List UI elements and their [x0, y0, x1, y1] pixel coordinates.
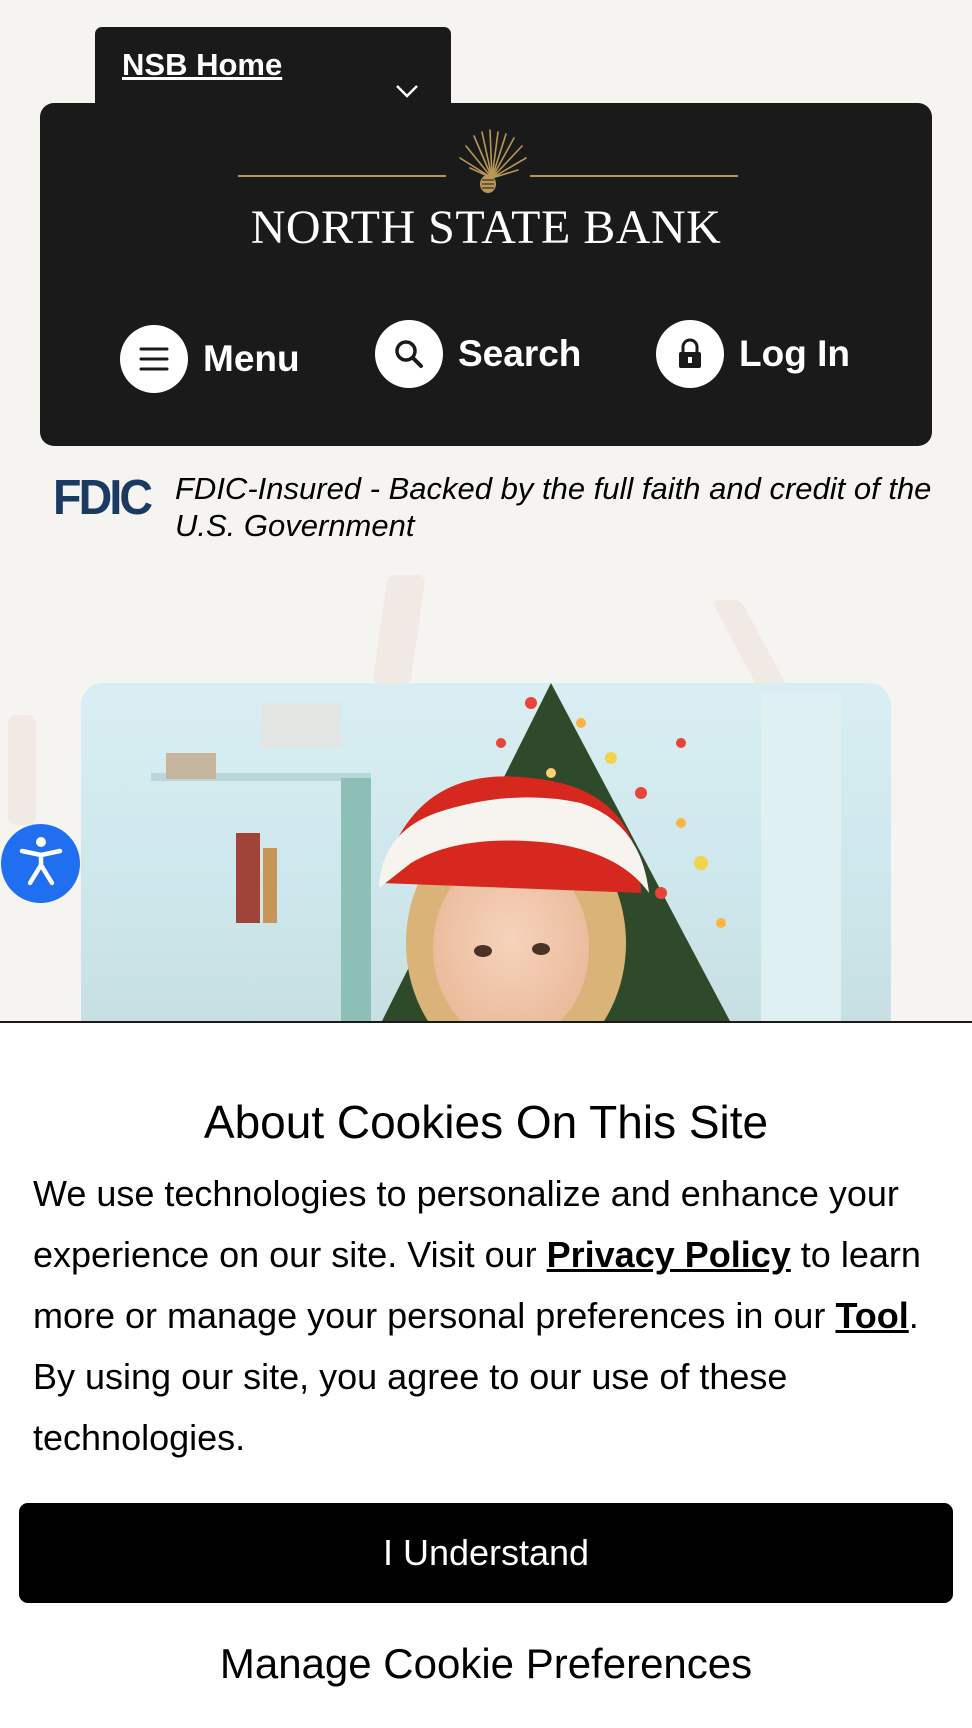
fdic-notice: FDIC-Insured - Backed by the full faith …	[175, 471, 932, 543]
manage-cookie-preferences-link[interactable]: Manage Cookie Preferences	[0, 1640, 972, 1688]
fdic-logo: FDIC	[53, 471, 153, 525]
login-button[interactable]: Log In	[656, 320, 850, 388]
menu-button[interactable]: Menu	[120, 325, 300, 393]
pinecone-logo-icon	[454, 128, 534, 203]
accessibility-button[interactable]	[1, 824, 80, 903]
search-button[interactable]: Search	[375, 320, 581, 388]
logo-rule-right	[530, 175, 738, 177]
site-header: NORTH STATE BANK Menu Search Log In	[40, 103, 932, 446]
cookie-message: We use technologies to personalize and e…	[33, 1163, 953, 1468]
bank-logo[interactable]: NORTH STATE BANK	[40, 128, 932, 254]
tool-link[interactable]: Tool	[835, 1295, 908, 1336]
lock-icon[interactable]	[656, 320, 724, 388]
login-label[interactable]: Log In	[739, 333, 850, 375]
home-site-selector[interactable]: NSB Home	[95, 27, 451, 107]
menu-label[interactable]: Menu	[203, 338, 300, 380]
logo-rule-left	[238, 175, 446, 177]
accessibility-person-icon[interactable]	[18, 835, 64, 892]
i-understand-button[interactable]: I Understand	[19, 1503, 953, 1603]
cookie-banner: About Cookies On This Site We use techno…	[0, 1021, 972, 1728]
background-decoration	[372, 575, 426, 685]
hamburger-icon[interactable]	[120, 325, 188, 393]
cookie-title: About Cookies On This Site	[203, 1096, 769, 1148]
background-decoration	[711, 600, 789, 690]
chevron-down-icon[interactable]	[395, 84, 419, 103]
background-decoration	[8, 715, 36, 825]
bank-name: NORTH STATE BANK	[250, 201, 722, 254]
nsb-home-link[interactable]: NSB Home	[122, 47, 282, 83]
search-icon[interactable]	[375, 320, 443, 388]
search-label[interactable]: Search	[458, 333, 581, 375]
hero-image	[81, 683, 891, 1023]
privacy-policy-link[interactable]: Privacy Policy	[547, 1234, 791, 1275]
